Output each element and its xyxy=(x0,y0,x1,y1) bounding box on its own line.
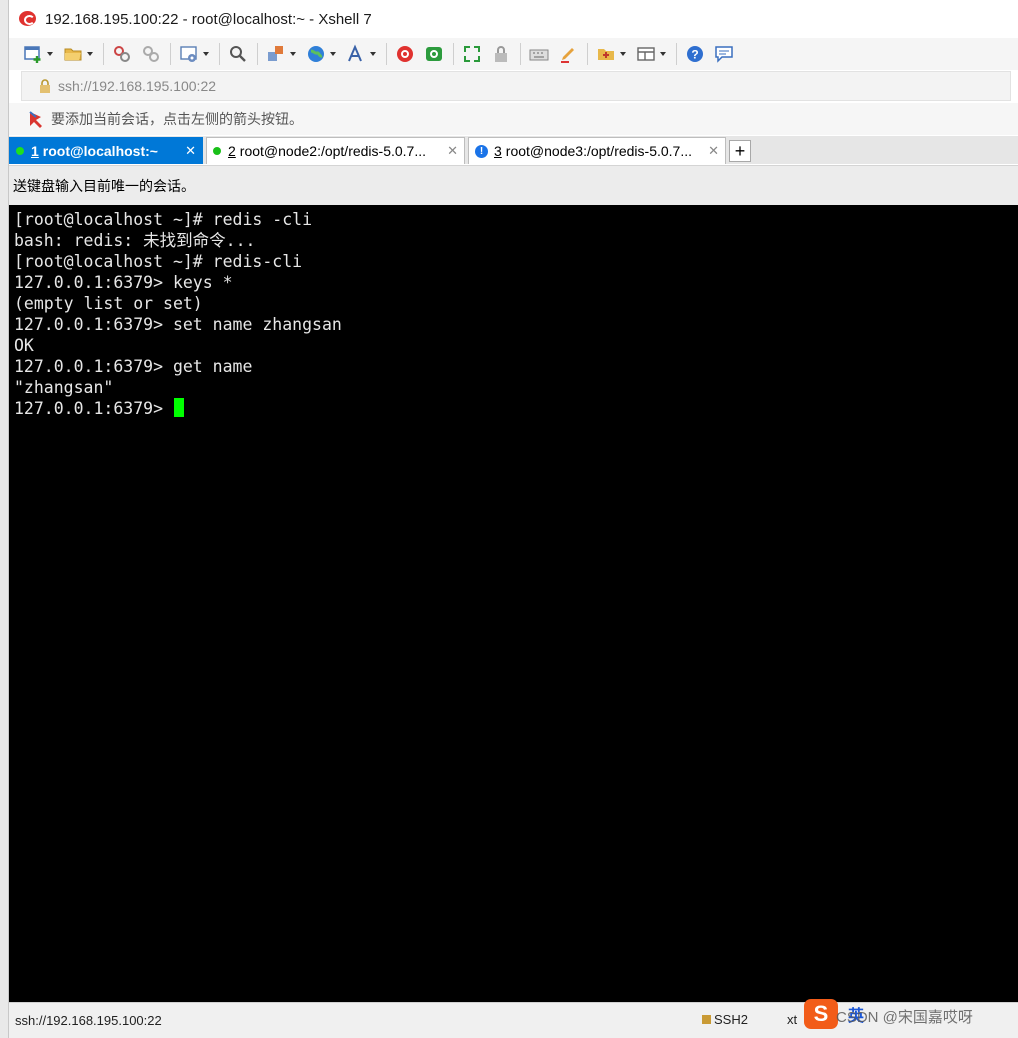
close-icon[interactable]: ✕ xyxy=(175,143,196,159)
terminal-line: bash: redis: 未找到命令... xyxy=(14,231,256,250)
terminal-line: [root@localhost ~]# redis -cli xyxy=(14,210,313,229)
separator xyxy=(676,43,677,65)
add-tab-icon[interactable] xyxy=(594,42,618,66)
open-folder-icon[interactable] xyxy=(61,42,85,66)
terminal-prompt-line: 127.0.0.1:6379> xyxy=(14,398,1018,419)
xshell-logo-icon xyxy=(17,8,39,30)
sogou-ime-logo-icon[interactable]: S xyxy=(804,999,838,1029)
lock-icon[interactable] xyxy=(489,42,513,66)
status-address: ssh://192.168.195.100:22 xyxy=(15,1013,162,1028)
reconnect-icon[interactable] xyxy=(139,42,163,66)
session-hint-bar: 要添加当前会话，点击左侧的箭头按钮。 xyxy=(9,103,1018,135)
tab-session-1[interactable]: 1 root@localhost:~ ✕ xyxy=(9,137,203,164)
xftp-icon[interactable] xyxy=(422,42,446,66)
tab-number: 3 xyxy=(494,143,502,159)
send-input-bar: 送键盘输入目前唯一的会话。 xyxy=(9,165,1018,205)
new-session-dropdown[interactable] xyxy=(46,42,54,66)
open-dropdown[interactable] xyxy=(86,42,94,66)
properties-icon[interactable] xyxy=(177,42,201,66)
address-bar[interactable]: ssh://192.168.195.100:22 xyxy=(21,71,1011,101)
tab-label: root@node3:/opt/redis-5.0.7... xyxy=(505,143,693,159)
transfer-icon[interactable] xyxy=(264,42,288,66)
svg-text:?: ? xyxy=(691,48,698,62)
tab-number: 2 xyxy=(228,143,236,159)
tab-session-2[interactable]: 2 root@node2:/opt/redis-5.0.7... ✕ xyxy=(206,137,465,164)
desktop-edge xyxy=(0,0,9,1038)
globe-dropdown[interactable] xyxy=(329,42,337,66)
disconnect-icon[interactable] xyxy=(110,42,134,66)
close-icon[interactable]: ✕ xyxy=(437,143,458,159)
properties-dropdown[interactable] xyxy=(202,42,210,66)
ime-toolbar[interactable]: S 英 CSDN @宋国嘉哎呀 xyxy=(804,994,1018,1034)
fullscreen-icon[interactable] xyxy=(460,42,484,66)
font-icon[interactable] xyxy=(344,42,368,66)
status-term: xt xyxy=(787,1012,798,1027)
connected-status-icon xyxy=(213,147,221,155)
lock-icon xyxy=(38,79,52,93)
transfer-dropdown[interactable] xyxy=(289,42,297,66)
add-tab-dropdown[interactable] xyxy=(619,42,627,66)
terminal-line: 127.0.0.1:6379> set name zhangsan xyxy=(14,315,342,334)
window-title: 192.168.195.100:22 - root@localhost:~ - … xyxy=(45,10,372,28)
globe-icon[interactable] xyxy=(304,42,328,66)
add-session-arrow-icon[interactable] xyxy=(27,110,45,128)
keyboard-icon[interactable] xyxy=(527,42,551,66)
terminal-line: 127.0.0.1:6379> get name xyxy=(14,357,253,376)
xshell-icon[interactable] xyxy=(393,42,417,66)
chat-icon[interactable] xyxy=(712,42,736,66)
terminal-line: "zhangsan" xyxy=(14,378,114,397)
separator xyxy=(170,43,171,65)
prompt-text: 127.0.0.1:6379> xyxy=(14,399,173,418)
layout-icon[interactable] xyxy=(634,42,658,66)
layout-dropdown[interactable] xyxy=(659,42,667,66)
terminal-line: 127.0.0.1:6379> keys * xyxy=(14,273,233,292)
separator xyxy=(453,43,454,65)
separator xyxy=(219,43,220,65)
font-dropdown[interactable] xyxy=(369,42,377,66)
highlight-icon[interactable] xyxy=(556,42,580,66)
hint-text: 要添加当前会话，点击左侧的箭头按钮。 xyxy=(51,111,303,127)
separator xyxy=(520,43,521,65)
separator xyxy=(103,43,104,65)
terminal-line: [root@localhost ~]# redis-cli xyxy=(14,252,303,271)
title-bar: 192.168.195.100:22 - root@localhost:~ - … xyxy=(9,0,1018,38)
tab-label: root@localhost:~ xyxy=(42,143,158,159)
tab-label: root@node2:/opt/redis-5.0.7... xyxy=(239,143,427,159)
status-protocol: SSH2 xyxy=(702,1012,748,1027)
find-icon[interactable] xyxy=(226,42,250,66)
protocol-text: SSH2 xyxy=(714,1012,748,1027)
new-tab-button[interactable]: + xyxy=(729,140,751,162)
tab-session-3[interactable]: ! 3 root@node3:/opt/redis-5.0.7... ✕ xyxy=(468,137,726,164)
connected-status-icon xyxy=(16,147,24,155)
terminal-line: (empty list or set) xyxy=(14,294,203,313)
info-status-icon: ! xyxy=(475,144,488,158)
send-input-text: 送键盘输入目前唯一的会话。 xyxy=(13,177,195,194)
lock-status-icon xyxy=(702,1015,711,1024)
xshell-window: 192.168.195.100:22 - root@localhost:~ - … xyxy=(9,0,1018,1038)
toolbar: ? xyxy=(9,38,1018,70)
separator xyxy=(257,43,258,65)
terminal-cursor xyxy=(173,398,184,417)
separator xyxy=(587,43,588,65)
terminal-line: OK xyxy=(14,336,34,355)
tab-number: 1 xyxy=(31,143,39,159)
help-icon[interactable]: ? xyxy=(683,42,707,66)
new-session-icon[interactable] xyxy=(21,42,45,66)
close-icon[interactable]: ✕ xyxy=(698,143,719,159)
terminal[interactable]: [root@localhost ~]# redis -cli bash: red… xyxy=(9,205,1018,1002)
separator xyxy=(386,43,387,65)
session-tabs: 1 root@localhost:~ ✕ 2 root@node2:/opt/r… xyxy=(9,136,1018,164)
address-value: ssh://192.168.195.100:22 xyxy=(58,78,217,94)
csdn-watermark: CSDN @宋国嘉哎呀 xyxy=(836,1009,973,1026)
